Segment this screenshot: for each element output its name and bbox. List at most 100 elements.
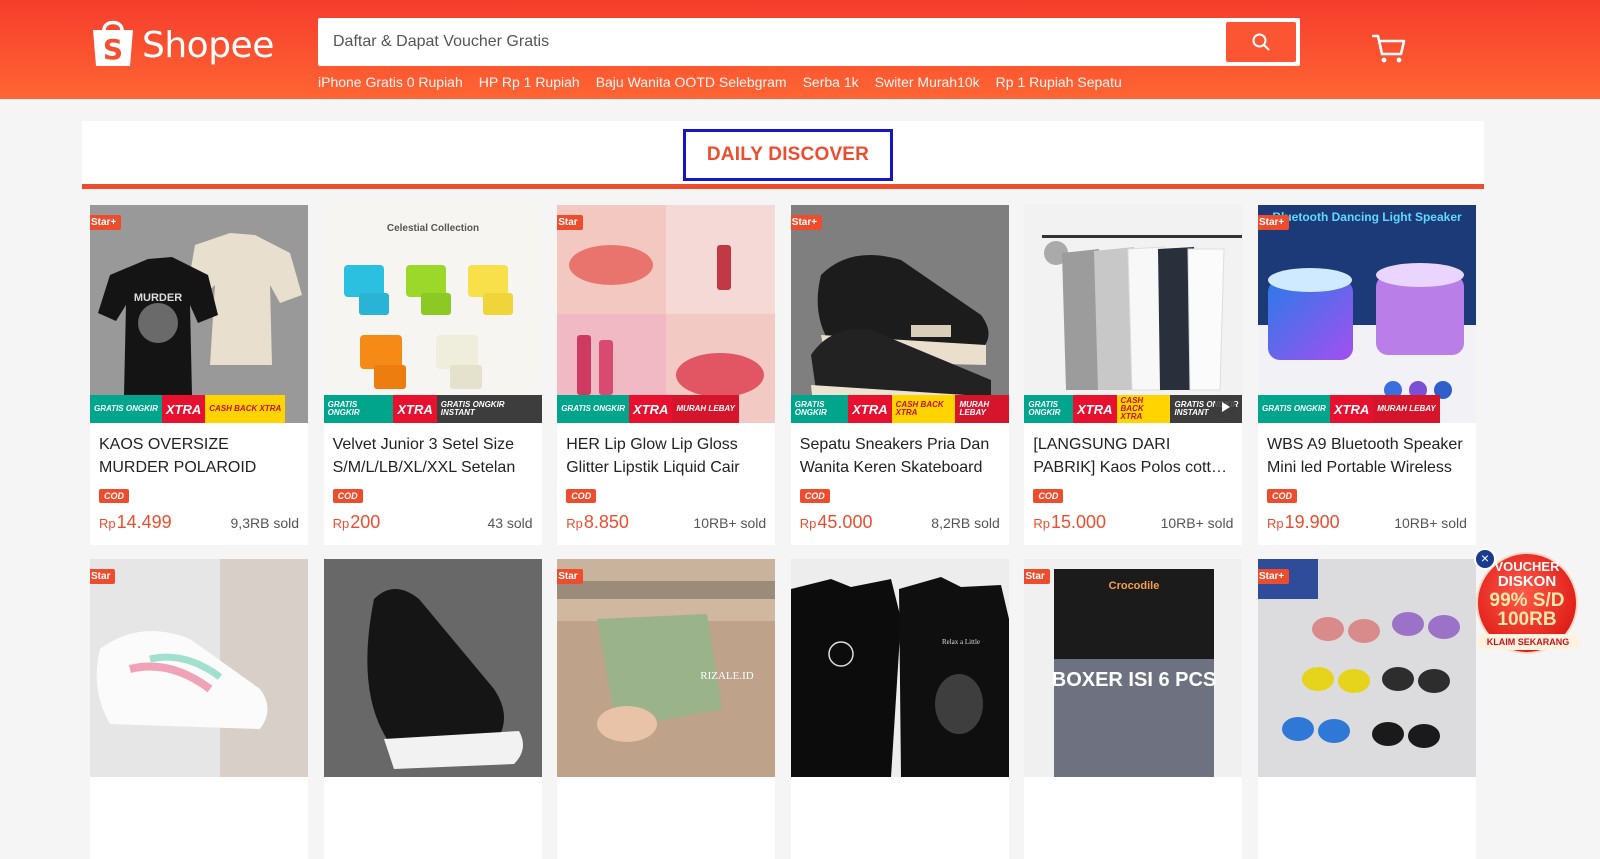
crocodile-text: Crocodile <box>1109 580 1160 592</box>
hot-keyword-link[interactable]: HP Rp 1 Rupiah <box>479 74 580 90</box>
hot-keyword-link[interactable]: Baju Wanita OOTD Selebgram <box>596 74 787 90</box>
sold-count: 43 sold <box>487 515 533 531</box>
product-card[interactable]: Star <box>90 559 308 859</box>
currency: Rp <box>1033 516 1050 531</box>
black-tshirts-image: Relax a Little <box>790 559 1009 777</box>
price-value: 8.850 <box>583 512 629 532</box>
xtra-badge: XTRA <box>393 395 437 423</box>
star-badge: Star+ <box>790 215 823 230</box>
claim-now-button[interactable]: KLAIM SEKARANG <box>1476 634 1580 650</box>
product-card[interactable]: Celestial Collection GRATIS ONGKIR XTRA … <box>323 205 542 545</box>
currency: Rp <box>566 516 583 531</box>
white-sneakers-image <box>90 559 308 777</box>
cod-badge: COD <box>332 489 363 503</box>
product-price: Rp45.000 <box>800 512 873 533</box>
xtra-badge: XTRA <box>161 395 206 423</box>
promo-badges: GRATIS ONGKIR XTRA CASH BACK XTRA <box>90 395 308 423</box>
shopee-logo[interactable]: S Shopee <box>90 16 274 68</box>
hot-keyword-link[interactable]: Switer Murah10k <box>875 74 980 90</box>
price-row: Rp19.900 10RB+ sold <box>1267 512 1467 533</box>
product-image: Celestial Collection GRATIS ONGKIR XTRA … <box>323 205 542 423</box>
price-row: Rp45.000 8,2RB sold <box>800 512 1000 533</box>
voucher-line: 99% S/D <box>1489 590 1565 611</box>
sunglasses-image <box>1257 559 1476 777</box>
price-value: 14.499 <box>116 512 172 532</box>
search-bar <box>318 18 1300 66</box>
black-shoes-image <box>323 559 542 777</box>
product-price: Rp19.900 <box>1267 512 1340 533</box>
tshirt-image: MURDER <box>90 205 308 423</box>
product-price: Rp8.850 <box>566 512 629 533</box>
cart-icon[interactable] <box>1372 34 1406 64</box>
product-card[interactable]: Star GRATIS ONGKIR XTRA MURAH LEBAY HER … <box>557 205 776 545</box>
murah-lebay-badge: MURAH LEBAY <box>955 395 1009 423</box>
voucher-line: 100RB <box>1497 609 1557 630</box>
price-row: Rp8.850 10RB+ sold <box>566 512 766 533</box>
celestial-label: Celestial Collection <box>386 223 478 234</box>
logo-text: Shopee <box>142 24 274 66</box>
cashback-badge: CASH BACK XTRA <box>891 395 956 423</box>
voucher-text: VOUCHER DISKON 99% S/D 100RB <box>1476 560 1578 629</box>
close-icon[interactable]: × <box>1474 548 1496 570</box>
promo-badges: GRATIS ONGKIR XTRA CASH BACK XTRA GRATIS… <box>1024 395 1243 423</box>
product-image: RIZALE.ID Star <box>557 559 776 777</box>
product-card[interactable]: GRATIS ONGKIR XTRA CASH BACK XTRA GRATIS… <box>1024 205 1243 545</box>
promo-badges: GRATIS ONGKIR XTRA MURAH LEBAY <box>1257 395 1476 423</box>
product-card[interactable]: Star+ <box>1257 559 1476 859</box>
free-shipping-badge: GRATIS ONGKIR <box>323 395 394 423</box>
voucher-line: DISKON <box>1497 573 1557 590</box>
product-card[interactable]: Crocodile BOXER ISI 6 PCS Star <box>1024 559 1243 859</box>
xtra-badge: XTRA <box>1073 395 1117 423</box>
boxer-text: BOXER ISI 6 PCS <box>1052 669 1217 691</box>
svg-text:MURDER: MURDER <box>134 292 182 304</box>
product-card[interactable]: Relax a Little <box>790 559 1009 859</box>
product-card[interactable]: Bluetooth Dancing Light Speaker Star+ GR… <box>1257 205 1476 545</box>
promo-badges: GRATIS ONGKIR XTRA CASH BACK XTRA MURAH … <box>790 395 1009 423</box>
search-icon <box>1252 33 1270 51</box>
star-badge: Star <box>90 569 116 584</box>
star-badge: Star+ <box>1257 215 1290 230</box>
product-image: Star+ <box>1257 559 1476 777</box>
kids-clothes-image: Celestial Collection <box>323 205 542 423</box>
promo-badges: GRATIS ONGKIR XTRA GRATIS ONGKIR INSTANT <box>323 395 542 423</box>
star-badge: Star <box>1024 569 1050 584</box>
star-badge: Star+ <box>1257 569 1290 584</box>
xtra-badge: XTRA <box>1329 395 1374 423</box>
currency: Rp <box>332 516 350 531</box>
free-shipping-badge: GRATIS ONGKIR <box>1024 395 1074 423</box>
cashback-badge: CASH BACK XTRA <box>1116 395 1171 423</box>
star-badge: Star <box>557 569 583 584</box>
product-image: Crocodile BOXER ISI 6 PCS Star <box>1024 559 1243 777</box>
product-image: Star+ GRATIS ONGKIR XTRA CASH BACK XTRA … <box>790 205 1009 423</box>
price-value: 15.000 <box>1051 512 1107 532</box>
product-name: [LANGSUNG DARI PABRIK] Kaos Polos cotton… <box>1033 436 1229 476</box>
hot-keyword-link[interactable]: Serba 1k <box>803 74 859 90</box>
product-image: MURDER Star+ GRATIS ONGKIR XTRA CASH BAC… <box>90 205 308 423</box>
product-grid: MURDER Star+ GRATIS ONGKIR XTRA CASH BAC… <box>90 205 1480 859</box>
instant-shipping-badge: GRATIS ONGKIR INSTANT <box>436 395 542 423</box>
product-image: Bluetooth Dancing Light Speaker Star+ GR… <box>1257 205 1476 423</box>
shopee-bag-icon: S <box>93 20 133 66</box>
cashback-badge: CASH BACK XTRA <box>205 395 286 423</box>
price-row: Rp200 43 sold <box>333 512 533 533</box>
daily-discover-tab[interactable]: DAILY DISCOVER <box>683 129 893 181</box>
murah-lebay-badge: MURAH LEBAY <box>1373 395 1440 423</box>
product-image: GRATIS ONGKIR XTRA CASH BACK XTRA GRATIS… <box>1024 205 1243 423</box>
hot-keywords: iPhone Gratis 0 Rupiah HP Rp 1 Rupiah Ba… <box>318 74 1122 90</box>
speaker-banner-text: Bluetooth Dancing Light Speaker <box>1272 210 1462 224</box>
product-name: HER Lip Glow Lip Gloss Glitter Lipstik L… <box>566 436 740 476</box>
header: S Shopee iPhone Gratis 0 Rupiah HP Rp 1 … <box>0 0 1600 99</box>
product-card[interactable]: MURDER Star+ GRATIS ONGKIR XTRA CASH BAC… <box>90 205 308 545</box>
search-button[interactable] <box>1226 22 1296 62</box>
product-card[interactable]: RIZALE.ID Star <box>557 559 776 859</box>
product-card[interactable] <box>323 559 542 859</box>
hot-keyword-link[interactable]: Rp 1 Rupiah Sepatu <box>996 74 1122 90</box>
search-input[interactable] <box>318 18 1226 66</box>
xtra-badge: XTRA <box>629 395 673 423</box>
free-shipping-badge: GRATIS ONGKIR <box>557 395 630 423</box>
product-card[interactable]: Star+ GRATIS ONGKIR XTRA CASH BACK XTRA … <box>790 205 1009 545</box>
cod-badge: COD <box>99 489 129 503</box>
hot-keyword-link[interactable]: iPhone Gratis 0 Rupiah <box>318 74 463 90</box>
cod-badge: COD <box>1266 489 1297 503</box>
product-image <box>323 559 542 777</box>
